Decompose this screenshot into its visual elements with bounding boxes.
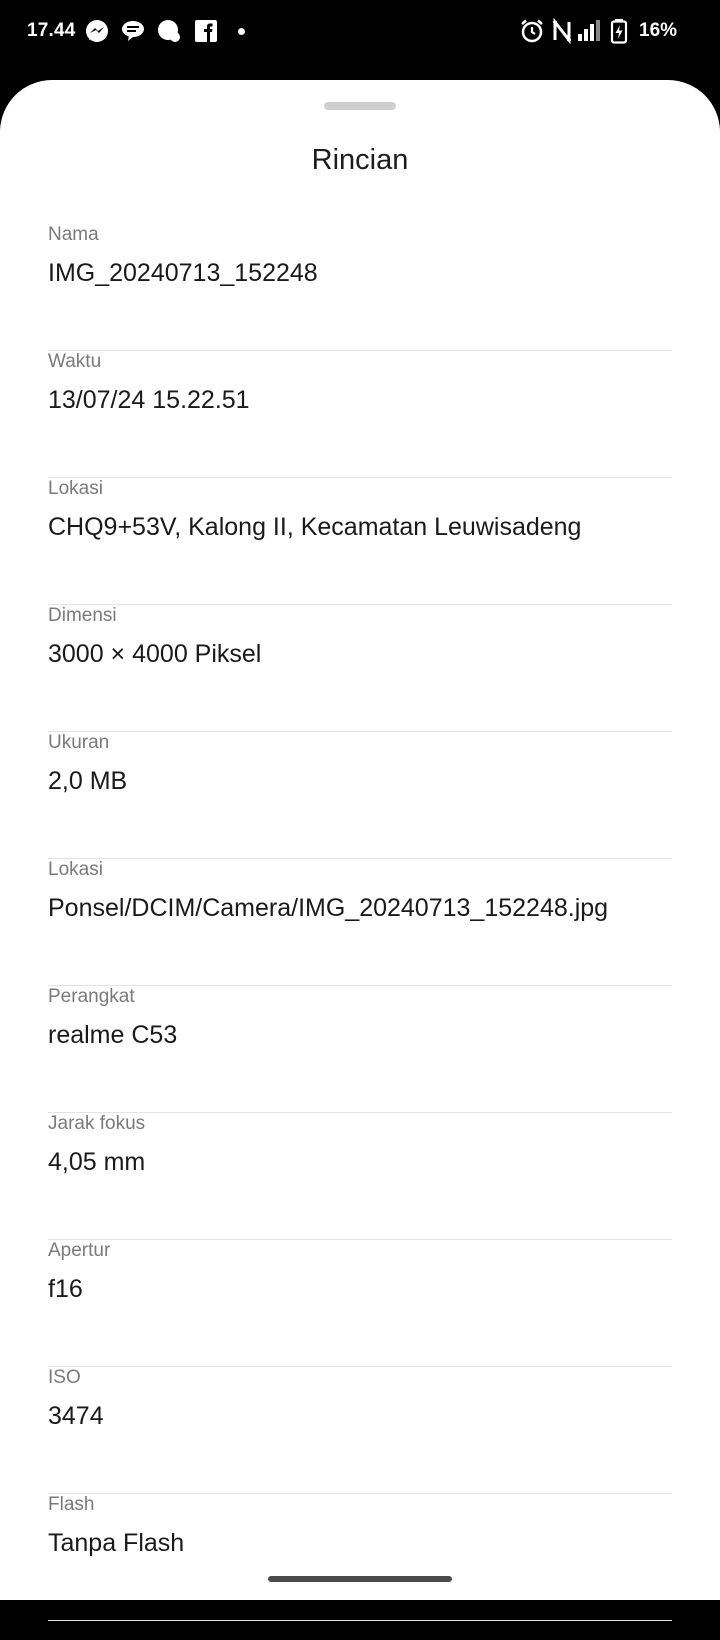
detail-label: Apertur [48,1240,111,1261]
detail-value: f16 [48,1275,83,1303]
detail-item-waktu: Waktu 13/07/24 15.22.51 [48,351,672,478]
detail-value: 13/07/24 15.22.51 [48,386,250,414]
more-notifications-dot [238,28,245,35]
details-bottom-sheet: Rincian Nama IMG_20240713_152248 Waktu 1… [0,80,720,1621]
signal-icon [576,18,602,44]
detail-item-jarak-fokus: Jarak fokus 4,05 mm [48,1113,672,1240]
chat-bubble-icon [120,18,146,44]
detail-item-lokasi: Lokasi CHQ9+53V, Kalong II, Kecamatan Le… [48,478,672,605]
nfc-icon [549,17,575,45]
detail-list[interactable]: Nama IMG_20240713_152248 Waktu 13/07/24 … [48,224,672,1640]
chat-icon [156,18,182,44]
detail-item-dimensi: Dimensi 3000 × 4000 Piksel [48,605,672,732]
detail-label: Waktu [48,351,102,372]
detail-item-path: Lokasi Ponsel/DCIM/Camera/IMG_20240713_1… [48,859,672,986]
status-bar: 17.44 16% [0,0,720,72]
detail-label: Nama [48,224,99,245]
detail-item-flash: Flash Tanpa Flash [48,1494,672,1621]
sheet-title: Rincian [311,144,409,176]
detail-item-nama: Nama IMG_20240713_152248 [48,224,672,351]
detail-value: 3474 [48,1402,104,1430]
detail-value: Ponsel/DCIM/Camera/IMG_20240713_152248.j… [48,894,609,922]
detail-label: Perangkat [48,986,135,1007]
detail-value: 4,05 mm [48,1148,146,1176]
detail-label: Lokasi [48,478,103,499]
status-time: 17.44 [27,20,76,41]
detail-item-apertur: Apertur f16 [48,1240,672,1367]
detail-label: ISO [48,1367,81,1388]
messenger-icon [84,18,110,44]
detail-item-iso: ISO 3474 [48,1367,672,1494]
alarm-icon [519,18,545,44]
detail-label: Ukuran [48,732,110,753]
detail-value: Tanpa Flash [48,1529,185,1557]
detail-label: Lokasi [48,859,103,880]
detail-label: Flash [48,1494,95,1515]
detail-value: 3000 × 4000 Piksel [48,640,262,668]
detail-item-ukuran: Ukuran 2,0 MB [48,732,672,859]
battery-percentage: 16% [639,20,678,41]
detail-item-perangkat: Perangkat realme C53 [48,986,672,1113]
drag-handle[interactable] [324,102,396,110]
detail-value: IMG_20240713_152248 [48,259,318,287]
detail-label: Jarak fokus [48,1113,146,1134]
detail-label: Dimensi [48,605,117,626]
detail-value: CHQ9+53V, Kalong II, Kecamatan Leuwisade… [48,513,582,541]
detail-value: realme C53 [48,1021,178,1049]
battery-charging-icon [606,18,632,44]
facebook-icon [193,18,219,44]
detail-value: 2,0 MB [48,767,128,795]
home-indicator[interactable] [268,1576,452,1582]
